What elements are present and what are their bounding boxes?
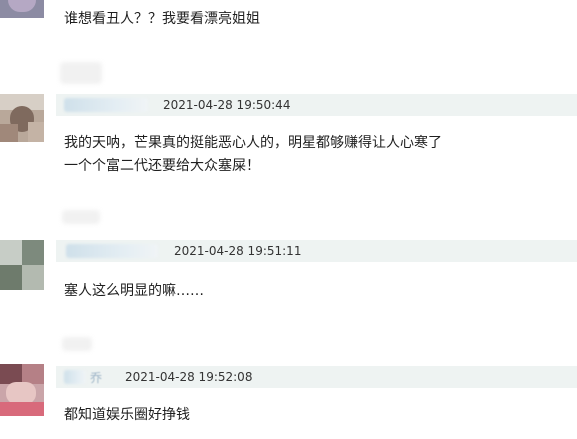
username-blurred[interactable] bbox=[66, 244, 158, 258]
timestamp: 2021-04-28 19:51:11 bbox=[174, 244, 302, 258]
comment-text: 谁想看丑人？？我要看漂亮姐姐 bbox=[64, 11, 260, 27]
comment-text: 塞人这么明显的嘛…… bbox=[64, 283, 204, 299]
comment-text: 我的天呐，芒果真的挺能恶心人的，明星都够赚得让人心寒了 bbox=[64, 135, 442, 151]
username-blurred[interactable] bbox=[64, 370, 86, 384]
blurred-reply-placeholder bbox=[62, 210, 100, 224]
blurred-reply-placeholder bbox=[60, 62, 102, 84]
blurred-reply-placeholder bbox=[62, 337, 92, 351]
comment-text: 一个个富二代还要给大众塞屎！ bbox=[64, 158, 260, 174]
comment-text: 都知道娱乐圈好挣钱 bbox=[64, 407, 190, 423]
avatar[interactable] bbox=[0, 94, 44, 142]
username-blurred[interactable] bbox=[64, 98, 148, 112]
username-fragment[interactable]: 乔 bbox=[90, 369, 102, 386]
avatar[interactable] bbox=[0, 240, 44, 290]
avatar[interactable] bbox=[0, 364, 44, 416]
timestamp: 2021-04-28 19:50:44 bbox=[163, 98, 291, 112]
timestamp: 2021-04-28 19:52:08 bbox=[125, 370, 253, 384]
avatar[interactable] bbox=[0, 0, 44, 18]
